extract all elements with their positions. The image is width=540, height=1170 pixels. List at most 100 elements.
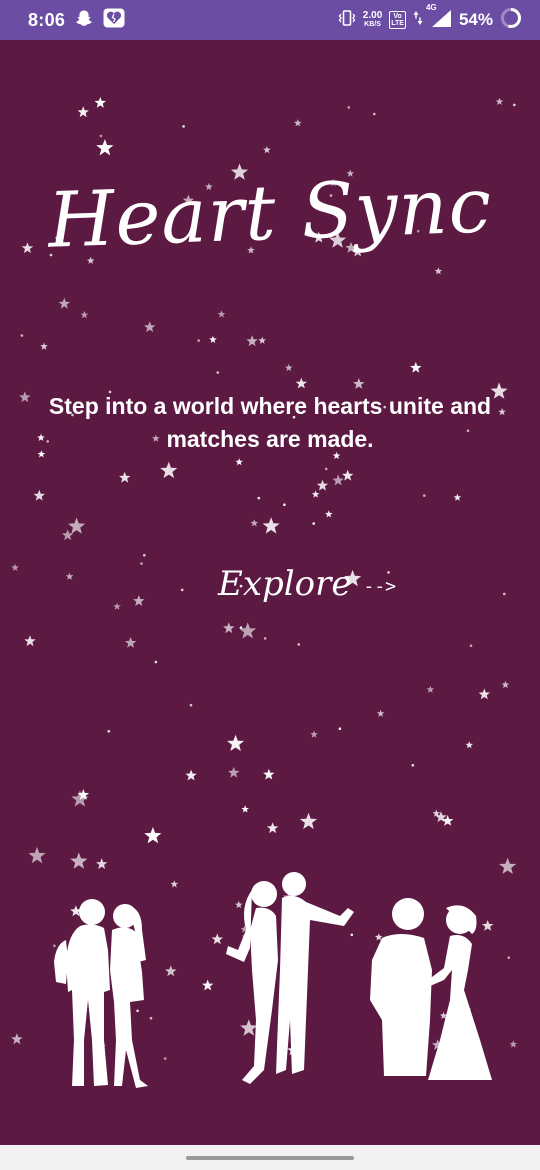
star-decoration xyxy=(241,805,249,813)
star-decoration xyxy=(65,572,74,580)
star-decoration xyxy=(294,119,302,127)
wedding-couple-silhouette-icon xyxy=(370,898,492,1080)
star-decoration xyxy=(143,553,146,557)
star-decoration xyxy=(423,494,426,497)
star-decoration xyxy=(144,321,156,333)
star-decoration xyxy=(189,703,193,707)
star-decoration xyxy=(197,339,200,342)
app-title: Heart Sync xyxy=(46,160,494,265)
volte-bottom-label: LTE xyxy=(391,20,404,27)
snapchat-icon xyxy=(75,9,93,32)
star-decoration xyxy=(263,637,267,640)
star-decoration xyxy=(133,595,145,606)
star-decoration xyxy=(80,310,89,319)
network-type-label: 4G xyxy=(425,2,437,12)
star-decoration xyxy=(11,1033,23,1045)
volte-top-label: Vo xyxy=(393,13,402,20)
arrow-right-icon: --> xyxy=(363,575,396,597)
star-decoration xyxy=(311,490,320,498)
star-decoration xyxy=(285,363,293,372)
star-decoration xyxy=(478,688,490,700)
star-decoration xyxy=(453,493,462,501)
star-decoration xyxy=(223,622,235,634)
star-decoration xyxy=(228,766,240,778)
star-decoration xyxy=(411,764,415,767)
star-decoration xyxy=(113,602,121,610)
star-decoration xyxy=(119,471,131,483)
star-decoration xyxy=(295,377,307,389)
explore-label: Explore xyxy=(218,564,352,604)
home-gesture-handle[interactable] xyxy=(186,1156,354,1160)
star-decoration xyxy=(246,335,258,347)
star-decoration xyxy=(154,660,158,664)
star-decoration xyxy=(217,310,226,318)
star-decoration xyxy=(77,106,89,118)
net-speed-unit: KB/S xyxy=(364,21,381,28)
star-decoration xyxy=(501,680,510,689)
star-decoration xyxy=(266,822,279,834)
star-decoration xyxy=(94,96,106,108)
star-decoration xyxy=(299,812,318,829)
tagline: Step into a world where hearts unite and… xyxy=(0,390,540,456)
star-decoration xyxy=(144,827,162,844)
star-decoration xyxy=(316,479,329,491)
star-decoration xyxy=(324,467,328,471)
star-decoration xyxy=(373,112,376,116)
star-decoration xyxy=(325,510,333,518)
star-decoration xyxy=(263,768,275,780)
dancing-couple-silhouette-icon xyxy=(226,872,354,1084)
star-decoration xyxy=(257,496,261,500)
star-decoration xyxy=(24,635,36,647)
net-speed: 2.00 KB/S xyxy=(363,11,382,29)
star-decoration xyxy=(250,519,259,527)
splash-screen: 8:06 2.00 KB/S Vo LTE 4G 54% Heart Sync … xyxy=(0,0,540,1170)
heart-app-icon xyxy=(103,8,125,33)
star-decoration xyxy=(434,267,443,275)
star-decoration xyxy=(160,461,178,479)
star-decoration xyxy=(58,297,70,309)
star-decoration xyxy=(124,637,137,648)
star-decoration xyxy=(227,734,245,751)
star-decoration xyxy=(262,517,280,534)
star-decoration xyxy=(509,1040,518,1048)
battery-icon xyxy=(500,7,522,34)
star-decoration xyxy=(297,643,301,646)
star-decoration xyxy=(338,727,342,730)
net-speed-value: 2.00 xyxy=(362,10,383,21)
star-decoration xyxy=(426,685,435,693)
star-decoration xyxy=(465,741,474,749)
star-decoration xyxy=(107,730,111,733)
star-decoration xyxy=(495,97,504,105)
star-decoration xyxy=(61,529,74,541)
couples-illustration xyxy=(40,860,510,1090)
star-decoration xyxy=(68,517,86,534)
star-decoration xyxy=(216,371,220,374)
battery-percent: 54% xyxy=(458,10,493,29)
star-decoration xyxy=(11,563,19,571)
explore-button[interactable]: Explore --> xyxy=(218,558,396,610)
star-decoration xyxy=(239,626,243,629)
star-decoration xyxy=(376,709,385,717)
navigation-bar xyxy=(0,1145,540,1170)
star-decoration xyxy=(185,769,197,781)
star-decoration xyxy=(410,361,422,373)
couple-silhouette-icon xyxy=(54,899,148,1088)
star-decoration xyxy=(263,146,271,154)
volte-icon: Vo LTE xyxy=(389,11,406,29)
star-decoration xyxy=(20,334,24,337)
star-decoration xyxy=(182,125,185,128)
star-decoration xyxy=(235,458,243,466)
star-decoration xyxy=(33,489,45,501)
star-decoration xyxy=(332,474,344,486)
data-arrows-icon xyxy=(413,10,423,31)
star-decoration xyxy=(353,378,365,389)
star-decoration xyxy=(513,103,516,107)
star-decoration xyxy=(96,139,114,156)
star-decoration xyxy=(209,335,217,343)
star-decoration xyxy=(503,592,506,596)
tagline-line-1: Step into a world where hearts unite and xyxy=(48,393,492,419)
tagline-line-2: matches are made. xyxy=(166,426,374,452)
star-decoration xyxy=(283,503,286,507)
signal-icon: 4G xyxy=(426,3,452,33)
status-time: 8:06 xyxy=(28,9,66,30)
